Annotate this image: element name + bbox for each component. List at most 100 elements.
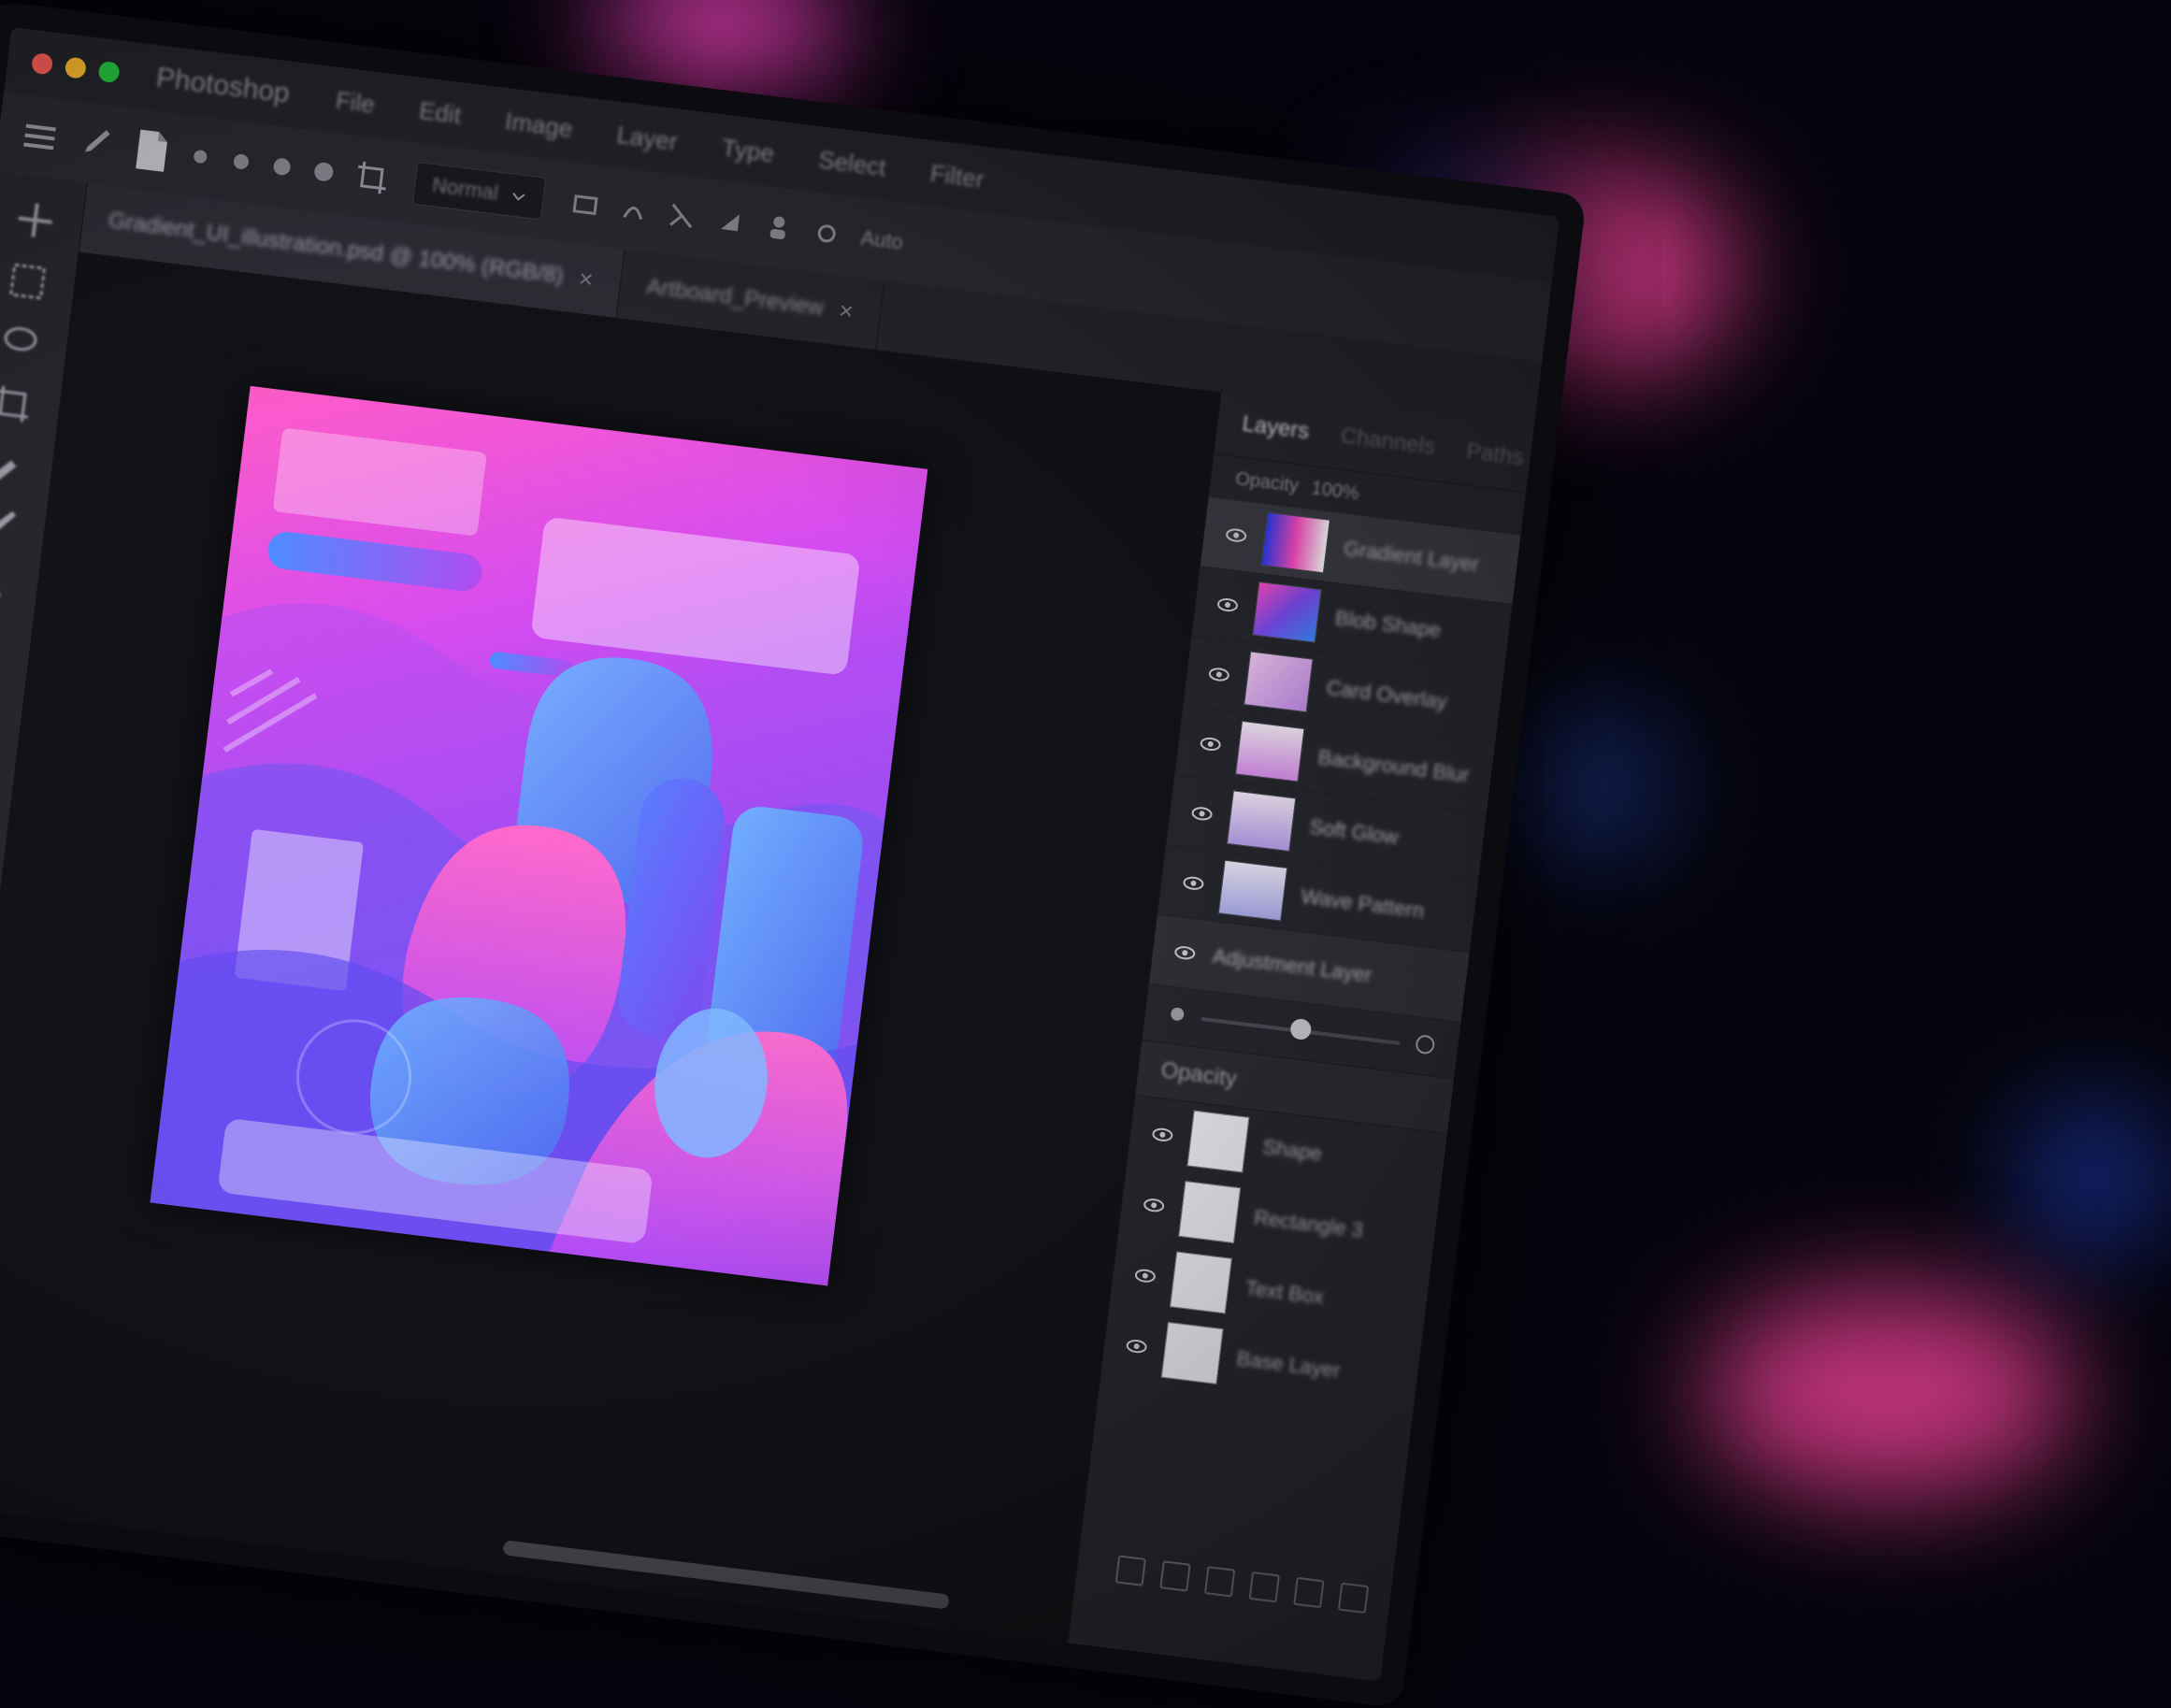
layer-name: Soft Glow (1308, 814, 1400, 850)
mask-button[interactable] (1203, 1566, 1236, 1598)
new-layer-button[interactable] (1293, 1576, 1325, 1609)
layer-name: Background Blur (1316, 745, 1471, 787)
link-layers-button[interactable] (1114, 1555, 1147, 1586)
eye-icon[interactable] (1124, 1334, 1149, 1359)
alignment-group: Auto (569, 188, 904, 256)
opacity-value[interactable]: 100% (1310, 478, 1359, 505)
layer-thumbnail (1178, 1181, 1242, 1243)
layer-name: Shape (1261, 1135, 1324, 1166)
menu-type[interactable]: Type (720, 133, 776, 168)
horizontal-scrollbar[interactable] (502, 1540, 950, 1610)
layer-thumbnail (1217, 859, 1288, 922)
opacity-label: Opacity (1234, 467, 1301, 496)
blend-mode-select[interactable]: Normal (411, 161, 547, 221)
tab-label: Artboard_Preview (644, 273, 826, 321)
link-icon[interactable] (811, 218, 841, 249)
menu-layer[interactable]: Layer (615, 120, 679, 156)
eye-icon[interactable] (1172, 940, 1198, 966)
brush-icon[interactable] (77, 123, 115, 165)
layer-name: Base Layer (1235, 1346, 1342, 1383)
close-icon[interactable]: ✕ (577, 266, 596, 292)
eye-icon[interactable] (1206, 662, 1231, 687)
photoshop-window: Photoshop File Edit Image Layer Type Sel… (0, 26, 1560, 1682)
document-icon[interactable] (130, 127, 172, 175)
artwork-illustration (150, 428, 903, 1286)
circle-icon (1413, 1033, 1436, 1060)
layer-thumbnail (1226, 790, 1297, 853)
menu-filter[interactable]: Filter (928, 158, 985, 194)
pen-icon[interactable] (0, 561, 17, 615)
minimize-button[interactable] (64, 56, 88, 79)
blend-mode-value: Normal (430, 173, 500, 205)
eye-icon[interactable] (1198, 732, 1223, 757)
layer-thumbnail (1252, 581, 1322, 643)
layer-name: Card Overlay (1325, 675, 1449, 714)
auto-label: Auto (859, 225, 905, 254)
eyedropper-icon[interactable] (0, 438, 32, 493)
tab-paths[interactable]: Paths (1465, 438, 1525, 471)
panel-footer (1075, 1541, 1393, 1626)
chevron-down-icon (510, 182, 527, 208)
eye-icon[interactable] (1181, 870, 1206, 896)
eye-icon[interactable] (1189, 801, 1215, 826)
menu-icon[interactable] (19, 118, 60, 156)
transform-icon[interactable] (714, 206, 745, 237)
canvas-area[interactable] (0, 251, 1222, 1643)
crop-icon[interactable] (353, 159, 391, 196)
layer-name: Rectangle 3 (1252, 1205, 1365, 1242)
layer-thumbnail (1170, 1251, 1232, 1314)
bokeh-light (1702, 1290, 2076, 1496)
circle-icon (1167, 1003, 1188, 1028)
monitor: Photoshop File Edit Image Layer Type Sel… (0, 0, 1588, 1708)
person-icon[interactable] (763, 212, 794, 243)
layer-name: Text Box (1244, 1275, 1326, 1310)
fx-button[interactable] (1159, 1560, 1191, 1592)
section-title: Opacity (1159, 1057, 1239, 1092)
adjustment-button[interactable] (1248, 1571, 1280, 1603)
tab-channels[interactable]: Channels (1339, 423, 1436, 461)
menu-file[interactable]: File (334, 85, 376, 119)
menu-edit[interactable]: Edit (418, 95, 463, 129)
arc-icon[interactable] (618, 194, 649, 225)
align-icon[interactable] (569, 188, 600, 219)
layer-thumbnail (1186, 1110, 1250, 1173)
eye-icon[interactable] (1133, 1263, 1158, 1288)
crop-icon[interactable] (0, 377, 39, 431)
circle-icon[interactable] (230, 151, 253, 174)
eye-icon[interactable] (1142, 1193, 1167, 1218)
eye-icon[interactable] (1224, 523, 1249, 548)
app-name: Photoshop (154, 62, 292, 109)
close-icon[interactable]: ✕ (837, 299, 855, 324)
bokeh-light (2020, 1103, 2169, 1253)
lasso-icon[interactable] (0, 316, 48, 370)
warp-icon[interactable] (667, 200, 697, 231)
delete-layer-button[interactable] (1337, 1582, 1370, 1615)
layer-thumbnail (1160, 1321, 1224, 1385)
opacity-slider[interactable] (1201, 1016, 1401, 1045)
menu-image[interactable]: Image (504, 107, 574, 144)
brush-icon[interactable] (0, 499, 24, 553)
type-icon[interactable] (0, 622, 9, 676)
eye-icon[interactable] (1150, 1122, 1175, 1147)
slider-knob[interactable] (1289, 1017, 1313, 1041)
layer-name: Adjustment Layer (1211, 944, 1373, 987)
bokeh-light (1533, 710, 1664, 860)
eye-icon[interactable] (1215, 593, 1241, 618)
marquee-icon[interactable] (1, 254, 55, 309)
circle-icon[interactable] (270, 155, 294, 179)
move-icon[interactable] (8, 194, 63, 248)
tab-layers[interactable]: Layers (1241, 411, 1311, 446)
menu-select[interactable]: Select (817, 145, 887, 182)
layer-thumbnail (1234, 720, 1305, 782)
zoom-button[interactable] (97, 60, 121, 84)
close-button[interactable] (30, 51, 54, 76)
layer-name: Gradient Layer (1342, 536, 1481, 577)
layer-name: Wave Pattern (1300, 884, 1426, 924)
shape-icon[interactable] (0, 683, 2, 738)
artboard[interactable] (150, 385, 928, 1286)
layer-name: Blob Shape (1333, 606, 1443, 642)
circle-icon[interactable] (189, 145, 212, 168)
circle-icon[interactable] (311, 159, 337, 184)
window-controls (30, 51, 121, 84)
layer-thumbnail (1260, 511, 1330, 574)
